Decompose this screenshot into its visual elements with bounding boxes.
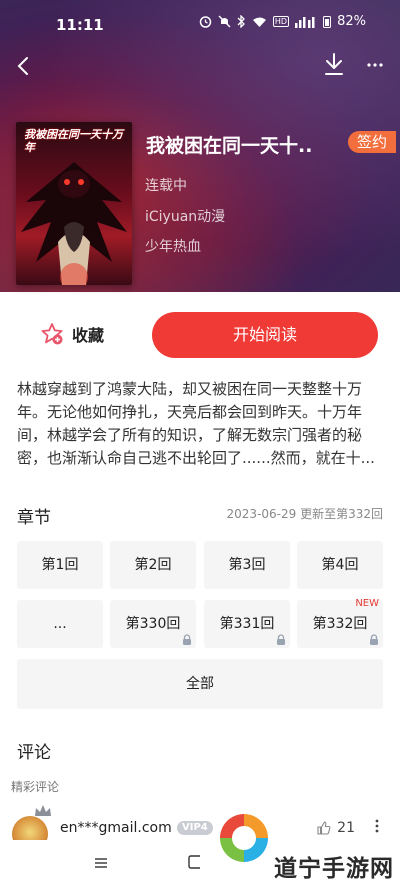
wifi-icon (252, 17, 266, 27)
new-tag: NEW (355, 598, 379, 609)
book-title: 我被困在同一天十.. (146, 135, 313, 157)
battery-level: 82% (337, 14, 366, 29)
chapter-label: 第2回 (134, 557, 172, 573)
vip-badge: VIP4 (177, 821, 213, 835)
chapter-label: ... (53, 616, 67, 632)
chapters-title: 章节 (17, 508, 51, 528)
chapter-label: 第330回 (125, 616, 181, 632)
lock-icon (183, 634, 191, 645)
category-tag[interactable]: 少年热血 (145, 236, 201, 256)
all-chapters-button[interactable]: 全部 (17, 659, 383, 709)
battery-icon (323, 16, 332, 28)
publisher[interactable]: iCiyuan动漫 (145, 206, 225, 226)
menu-icon[interactable] (94, 856, 108, 870)
chapter-label: 第332回 (312, 616, 368, 632)
comment-username[interactable]: en***gmail.com (60, 820, 172, 836)
lock-icon (277, 634, 285, 645)
chapter-tile[interactable]: NEW 第332回 (297, 598, 383, 648)
watermark: 道宁手游网 (216, 800, 400, 889)
chapter-tile[interactable]: ... (17, 600, 103, 648)
serial-status: 连载中 (145, 178, 187, 194)
hd-badge: HD (272, 16, 290, 27)
back-arrow-icon[interactable] (10, 52, 38, 80)
cover-title: 我被困在同一天十万年 (24, 128, 123, 154)
favorite-button[interactable]: 收藏 (40, 322, 104, 346)
comments-subtitle: 精彩评论 (11, 780, 60, 794)
crown-icon (35, 805, 51, 816)
chapter-tile[interactable]: 第2回 (110, 541, 196, 589)
bluetooth-icon (237, 15, 245, 28)
synopsis[interactable]: 林越穿越到了鸿蒙大陆，却又被困在同一天整整十万年。无论他如何挣扎，天亮后都会回到… (17, 378, 385, 470)
sign-badge: 签约 (348, 131, 396, 153)
book-cover[interactable]: 我被困在同一天十万年 (16, 122, 132, 285)
comic-detail-page: 11:11 HD 82% 我被困在同一天十万年 我被困在同一天十.. 签约 连载… (0, 0, 400, 889)
chapters-update-info: 2023-06-29 更新至第332回 (226, 507, 383, 521)
more-dots-icon[interactable] (362, 52, 388, 78)
chapter-label: 第3回 (228, 557, 266, 573)
chapter-tile[interactable]: 第4回 (297, 541, 383, 589)
mute-icon (218, 15, 231, 28)
favorite-label: 收藏 (72, 326, 105, 345)
action-row: 收藏 开始阅读 (0, 312, 400, 358)
watermark-text: 道宁手游网 (274, 856, 394, 882)
chapter-tile[interactable]: 第331回 (204, 600, 290, 648)
alarm-icon (199, 16, 212, 28)
watermark-logo (218, 812, 270, 864)
chapter-tile[interactable]: 第1回 (17, 541, 103, 589)
home-icon[interactable] (188, 854, 202, 870)
chapter-tile[interactable]: 第3回 (204, 541, 290, 589)
chapters-header: 章节 2023-06-29 更新至第332回 (17, 503, 383, 528)
lock-icon (370, 634, 378, 645)
top-bar (0, 48, 400, 84)
chapter-label: 第331回 (219, 616, 275, 632)
signal-icon (295, 16, 315, 28)
status-icons: HD 82% (199, 14, 366, 29)
status-time: 11:11 (56, 16, 104, 34)
chapter-tile[interactable]: 第330回 (110, 600, 196, 648)
chapter-label: 第4回 (321, 557, 359, 573)
chapter-label: 第1回 (41, 557, 79, 573)
comments-title: 评论 (17, 743, 51, 763)
status-bar: 11:11 HD 82% (0, 0, 400, 50)
start-reading-button[interactable]: 开始阅读 (152, 312, 378, 358)
star-plus-icon (41, 323, 63, 345)
download-icon[interactable] (320, 50, 348, 80)
